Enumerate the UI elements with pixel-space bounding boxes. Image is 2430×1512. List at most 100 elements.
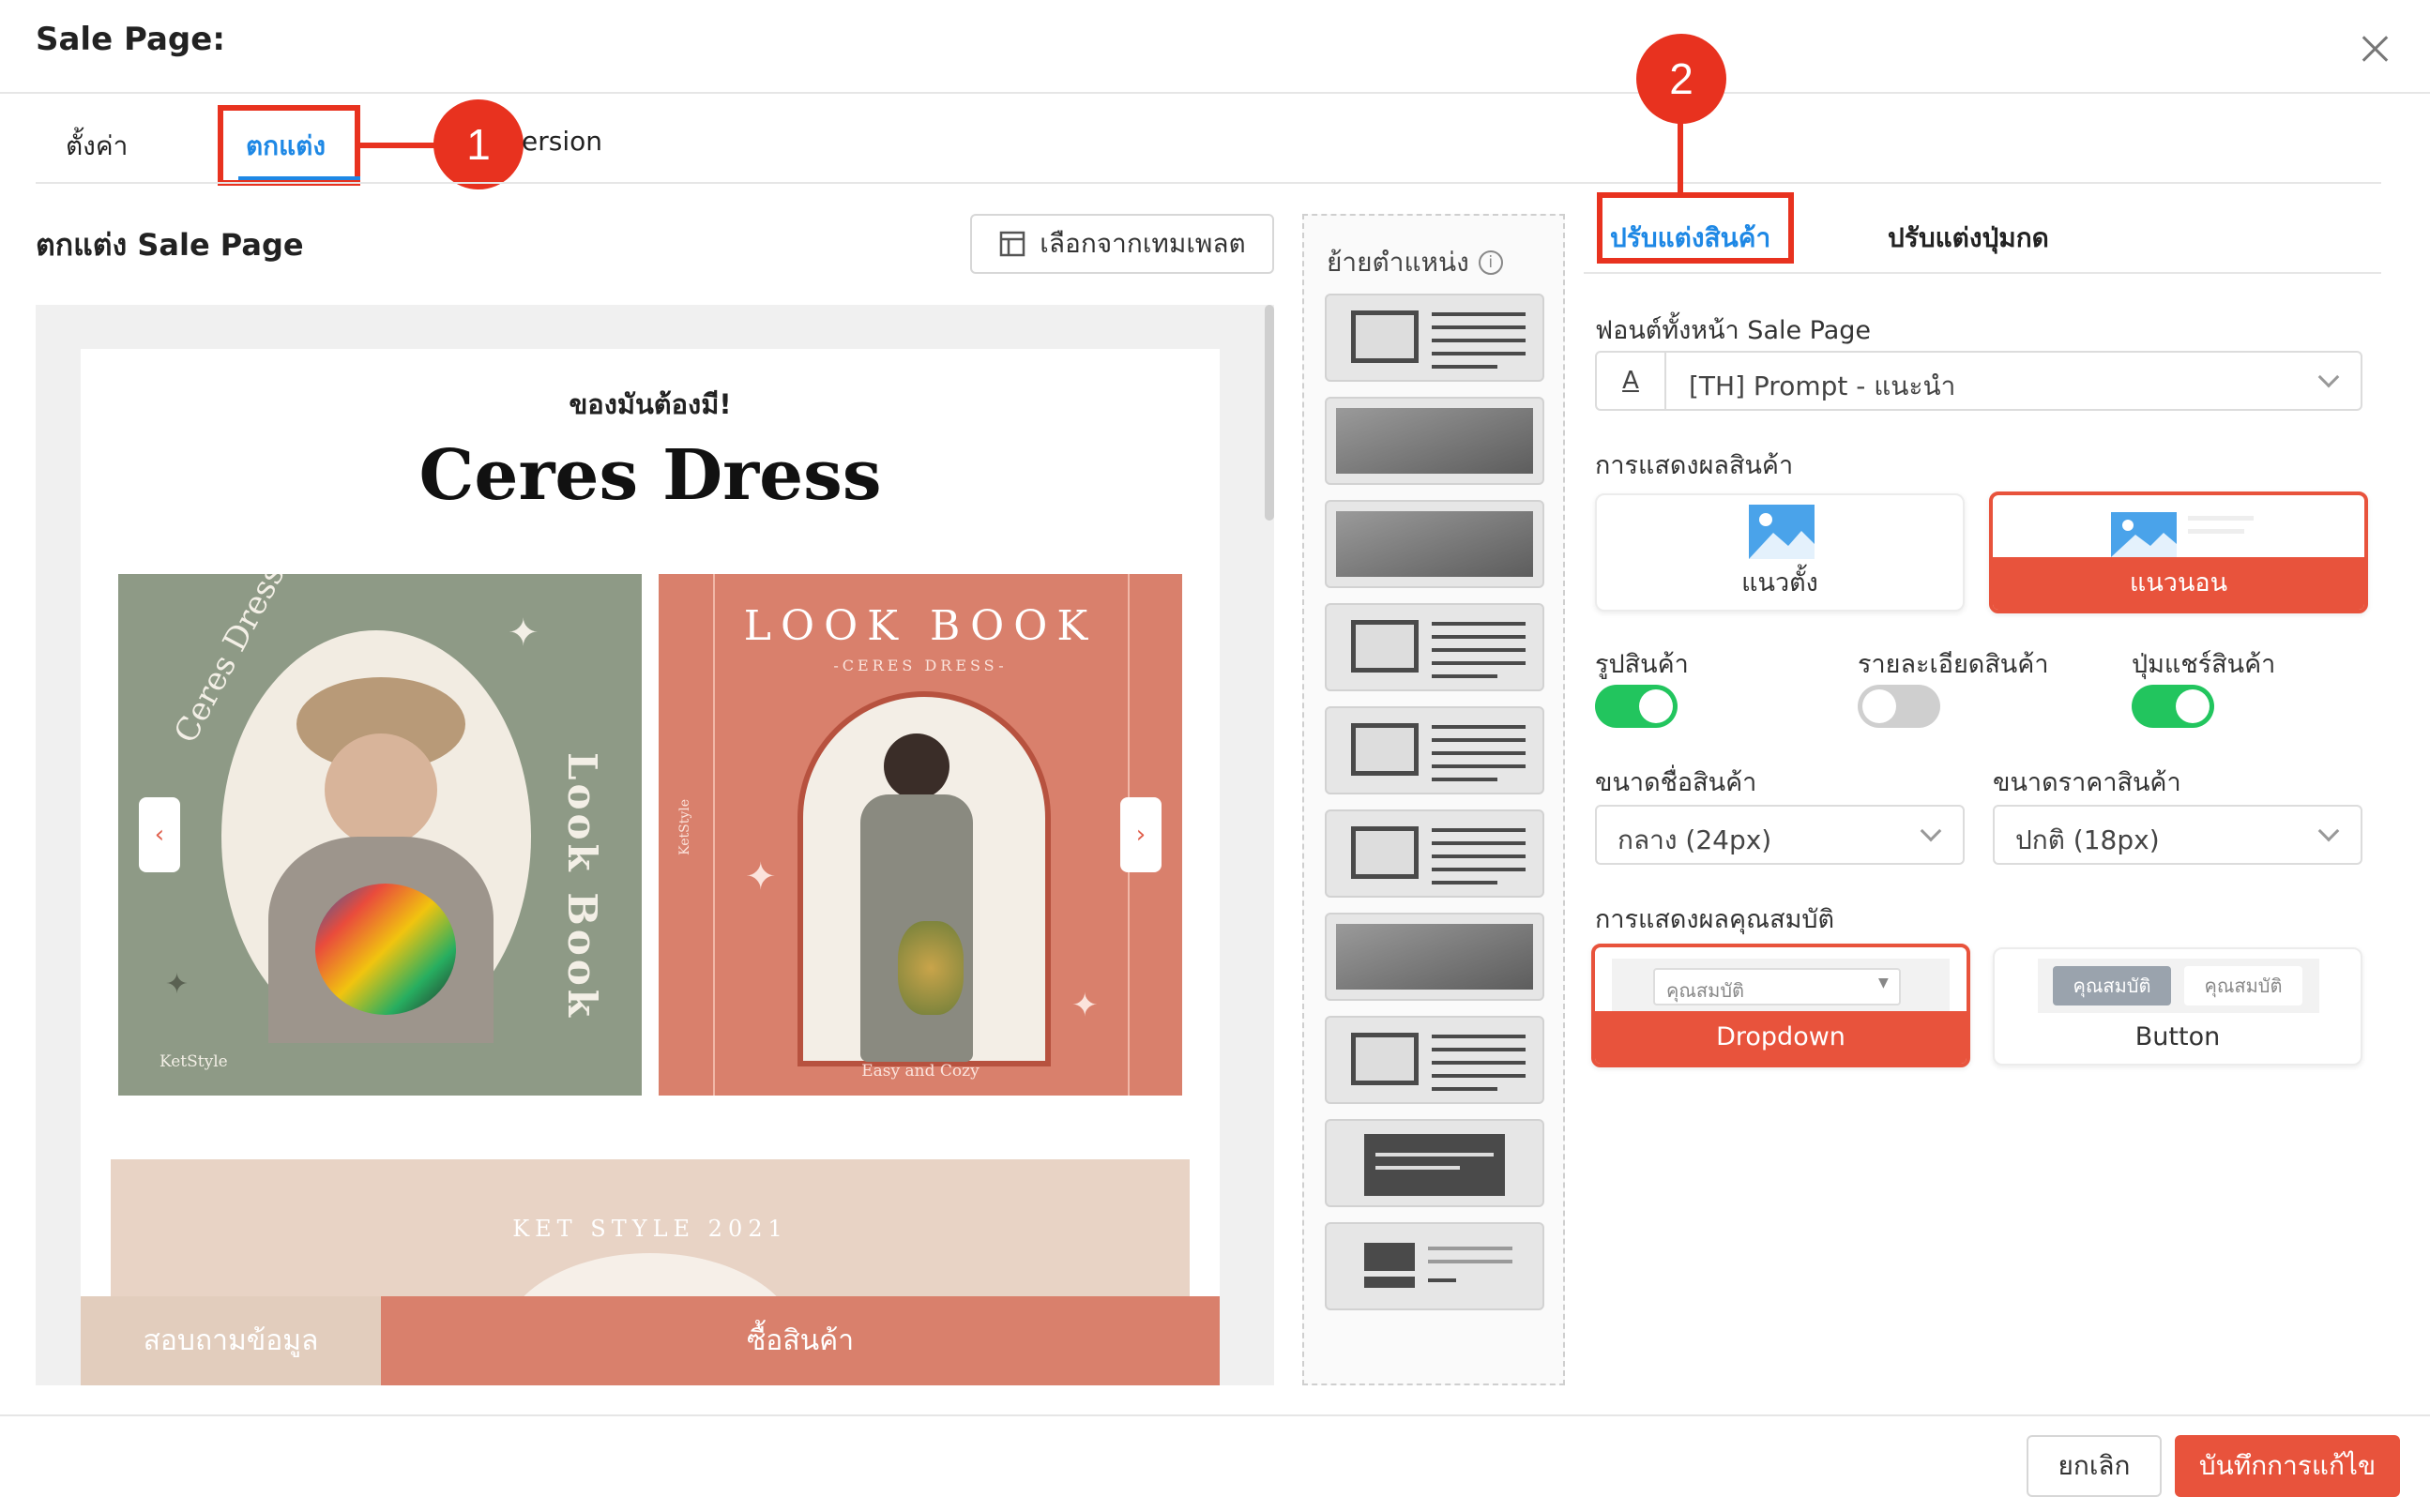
display-option-vertical[interactable]: แนวตั้ง (1595, 493, 1965, 612)
layout-panel (1302, 214, 1565, 1385)
toggle-label-product-details: รายละเอียดสินค้า (1858, 650, 2049, 679)
name-size-value: กลาง (24px) (1617, 824, 1772, 855)
image-icon (1364, 1243, 1415, 1271)
name-size-select[interactable]: กลาง (24px) (1595, 805, 1965, 865)
horizontal-label: แนวนอน (1993, 557, 2364, 610)
toggle-share-button[interactable] (2132, 685, 2214, 728)
active-tab-underline (238, 176, 360, 180)
image2-side-brand: KetStyle (677, 799, 692, 855)
inquiry-button[interactable]: สอบถามข้อมูล (81, 1296, 381, 1385)
flowers-shape (898, 921, 964, 1015)
font-label: ฟอนต์ทั้งหน้า Sale Page (1595, 316, 1872, 345)
dropdown-option-label: Dropdown (1595, 1011, 1967, 1064)
font-value: [TH] Prompt - แนะนำ (1689, 370, 1956, 401)
button-option-label: Button (2134, 1022, 2221, 1051)
image-icon (1336, 408, 1533, 474)
price-size-label: ขนาดราคาสินค้า (1993, 768, 2181, 797)
layout-panel-header: ย้ายตำแหน่ง i (1327, 242, 1503, 283)
image-icon (1351, 723, 1419, 776)
display-option-horizontal[interactable]: แนวนอน (1989, 491, 2368, 613)
image-icon (1749, 505, 1815, 559)
banner-text: KET STYLE 2021 (512, 1216, 788, 1242)
layout-template-image-text[interactable] (1325, 294, 1544, 382)
tab-button-customize[interactable]: ปรับแต่งปุ่มกด (1888, 218, 2049, 259)
image-icon (1351, 826, 1419, 879)
carousel-next-button[interactable]: › (1120, 797, 1162, 872)
toggle-label-product-image: รูปสินค้า (1595, 650, 1689, 679)
tab-settings[interactable]: ตั้งค่า (66, 126, 128, 167)
painted-palette (315, 884, 456, 1015)
carousel-prev-button[interactable]: ‹ (139, 797, 180, 872)
sparkle-icon: ✦ (1071, 987, 1099, 1024)
layout-template-image-text[interactable] (1325, 1016, 1544, 1104)
layout-template-banner[interactable] (1325, 913, 1544, 1001)
tab-design[interactable]: ตกแต่ง (246, 126, 326, 167)
choose-template-label: เลือกจากเทมเพลต (1040, 228, 1246, 259)
image-icon (1336, 924, 1533, 990)
text-block-icon (1364, 1134, 1505, 1196)
caret-down-icon: ▼ (1878, 975, 1889, 990)
template-icon (1000, 231, 1025, 257)
attribute-option-dropdown[interactable]: คุณสมบัติ ▼ Dropdown (1591, 944, 1970, 1067)
footer-divider (0, 1414, 2430, 1416)
price-size-select[interactable]: ปกติ (18px) (1993, 805, 2362, 865)
layout-template-carousel[interactable] (1325, 397, 1544, 485)
layout-template-image-text[interactable] (1325, 809, 1544, 898)
attribute-display-label: การแสดงผลคุณสมบัติ (1595, 905, 1835, 934)
toggle-label-share-button: ปุ่มแชร์สินค้า (2132, 650, 2276, 679)
right-tabs-divider (1584, 272, 2381, 274)
modal-title: Sale Page: (36, 21, 225, 58)
layout-template-text-block[interactable] (1325, 1119, 1544, 1207)
chevron-right-icon: › (1135, 821, 1147, 849)
product-image-2: LOOK BOOK -CERES DRESS- KetStyle Easy an… (659, 574, 1182, 1096)
image-icon (1351, 1033, 1419, 1085)
tab-product-customize[interactable]: ปรับแต่งสินค้า (1610, 218, 1770, 259)
image1-side-text: Look Book (559, 752, 605, 1021)
image-icon (1351, 310, 1419, 363)
toggle-product-image[interactable] (1595, 685, 1678, 728)
layout-template-banner[interactable] (1325, 500, 1544, 588)
image-icon (1351, 620, 1419, 673)
product-display-label: การแสดงผลสินค้า (1595, 451, 1794, 480)
vertical-label: แนวตั้ง (1741, 568, 1818, 597)
layout-template-image-text[interactable] (1325, 706, 1544, 794)
buttons-icon (1364, 1277, 1415, 1288)
annotation-connector (360, 143, 445, 148)
save-button[interactable]: บันทึกการแก้ไข (2175, 1435, 2400, 1497)
toggle-product-details[interactable] (1858, 685, 1940, 728)
layout-template-image-text[interactable] (1325, 603, 1544, 691)
image-icon (2111, 512, 2177, 557)
chevron-down-icon (1920, 820, 1942, 842)
price-size-value: ปกติ (18px) (2015, 824, 2160, 855)
sparkle-icon: ✦ (745, 855, 777, 899)
font-letter-icon: A (1597, 353, 1666, 409)
choose-template-button[interactable]: เลือกจากเทมเพลต (970, 214, 1274, 274)
attribute-option-button[interactable]: คุณสมบัติ คุณสมบัติ Button (1993, 947, 2362, 1066)
hair-shape (884, 733, 949, 799)
image2-subtitle: -CERES DRESS- (833, 657, 1008, 674)
frame-line (713, 574, 715, 1096)
image1-brand: KetStyle (159, 1052, 228, 1071)
tab-conversion[interactable]: ersion (522, 126, 602, 157)
info-icon[interactable]: i (1478, 250, 1503, 275)
dropdown-sample-text: คุณสมบัติ (1666, 979, 1745, 1002)
chevron-down-icon (2317, 366, 2340, 388)
font-select[interactable]: A [TH] Prompt - แนะนำ (1595, 351, 2362, 411)
chevron-left-icon: ‹ (154, 821, 165, 849)
face-shape (325, 733, 437, 846)
sparkle-icon: ✦ (165, 968, 190, 1001)
buy-button[interactable]: ซื้อสินค้า (381, 1296, 1220, 1385)
layout-template-product-list[interactable] (1325, 1222, 1544, 1310)
header-divider (0, 92, 2430, 94)
annotation-badge-1: 1 (433, 99, 524, 189)
preview-scrollbar[interactable] (1265, 305, 1274, 521)
cancel-button[interactable]: ยกเลิก (2027, 1435, 2162, 1497)
preview-tagline: ของมันต้องมี! (569, 388, 732, 420)
chevron-down-icon (2317, 820, 2340, 842)
image2-title: LOOK BOOK (743, 602, 1098, 650)
button-sample-active: คุณสมบัติ (2053, 966, 2171, 1005)
close-icon[interactable] (2353, 26, 2396, 69)
tabs-divider (36, 182, 2381, 184)
preview-product-name: Ceres Dress (418, 435, 882, 516)
design-section-title: ตกแต่ง Sale Page (36, 227, 304, 263)
